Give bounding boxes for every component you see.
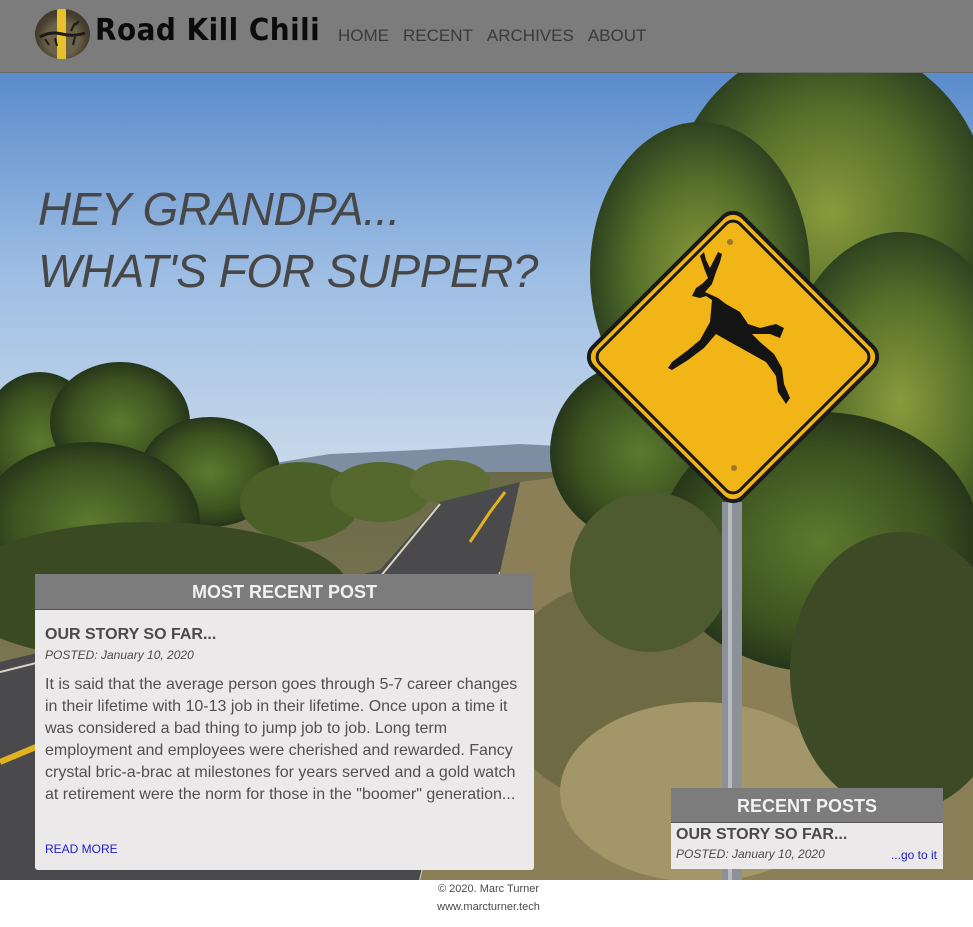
most-recent-heading: MOST RECENT POST	[35, 574, 534, 610]
nav-recent[interactable]: RECENT	[403, 26, 473, 46]
post-excerpt: It is said that the average person goes …	[45, 676, 518, 803]
hero-headline: HEY GRANDPA... WHAT'S FOR SUPPER?	[38, 178, 538, 302]
recent-post-date: POSTED: January 10, 2020	[676, 847, 825, 861]
footer-site-link[interactable]: www.marcturner.tech	[2, 898, 973, 916]
road-deer-logo-icon[interactable]	[35, 9, 90, 59]
recent-post-title[interactable]: OUR STORY SO FAR...	[676, 826, 847, 844]
post-date: POSTED: January 10, 2020	[45, 648, 194, 662]
site-footer: © 2020. Marc Turner www.marcturner.tech	[0, 880, 973, 916]
most-recent-post-card: MOST RECENT POST OUR STORY SO FAR... POS…	[35, 574, 534, 870]
nav-about[interactable]: ABOUT	[588, 26, 647, 46]
main-nav: HOME RECENT ARCHIVES ABOUT	[338, 26, 660, 46]
go-to-post-link[interactable]: ...go to it	[891, 848, 937, 862]
footer-copyright: © 2020. Marc Turner	[437, 883, 540, 895]
headline-line-1: HEY GRANDPA...	[38, 183, 400, 235]
nav-archives[interactable]: ARCHIVES	[487, 26, 574, 46]
read-more-link[interactable]: READ MORE	[45, 842, 118, 856]
recent-posts-card: RECENT POSTS OUR STORY SO FAR... POSTED:…	[671, 788, 943, 869]
site-logo-text[interactable]: Road Kill Chili	[95, 13, 320, 48]
site-header: Road Kill Chili HOME RECENT ARCHIVES ABO…	[0, 0, 973, 73]
headline-line-2: WHAT'S FOR SUPPER?	[38, 245, 538, 297]
nav-home[interactable]: HOME	[338, 26, 389, 46]
recent-posts-heading: RECENT POSTS	[671, 788, 943, 823]
post-title[interactable]: OUR STORY SO FAR...	[45, 626, 216, 644]
